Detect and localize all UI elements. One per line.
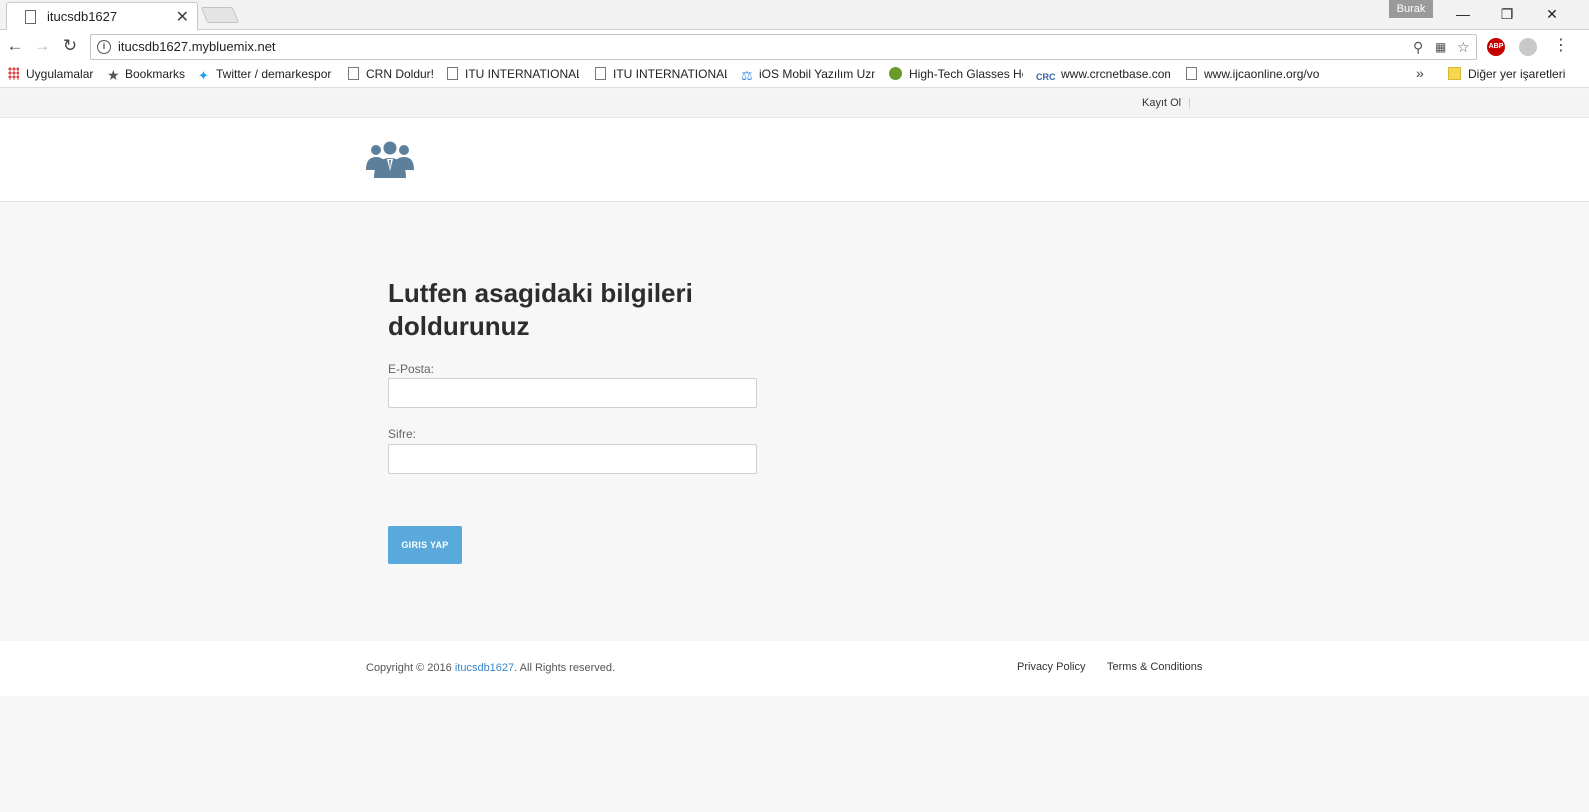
bookmark-item[interactable]: ⚖ iOS Mobil Yazılım Uzm: [741, 67, 875, 82]
crc-icon: CRC: [1036, 72, 1056, 82]
bookmarks-bar: Uygulamalar ★ Bookmarks ✦ Twitter / demark…: [0, 62, 1589, 88]
site-link[interactable]: itucsdb1627: [455, 662, 514, 674]
bookmark-item[interactable]: CRC www.crcnetbase.com/: [1036, 67, 1170, 84]
register-link[interactable]: Kayıt Ol: [1142, 97, 1181, 109]
star-icon: ★: [107, 67, 120, 82]
privacy-policy-link[interactable]: Privacy Policy: [1017, 661, 1085, 673]
bookmark-item[interactable]: CRN Doldur!: [348, 67, 438, 81]
apps-icon: [8, 67, 19, 80]
forward-arrow-icon[interactable]: →: [32, 36, 52, 56]
owl-icon: [889, 67, 902, 80]
address-bar[interactable]: i itucsdb1627.mybluemix.net ⚲ ▦ ☆: [90, 34, 1477, 60]
reload-icon[interactable]: ↻: [60, 36, 80, 56]
login-button[interactable]: GIRIS YAP: [388, 526, 462, 564]
top-nav: Kayıt Ol |: [0, 89, 1589, 118]
browser-tab[interactable]: itucsdb1627 ✕: [6, 2, 198, 30]
copyright-text: Copyright © 2016 itucsdb1627. All Rights…: [366, 662, 616, 674]
browser-menu-icon[interactable]: ⋮: [1553, 38, 1569, 54]
bookmark-item[interactable]: ★ Bookmarks: [107, 67, 189, 82]
close-tab-icon[interactable]: ✕: [176, 7, 189, 27]
twitter-icon: ✦: [198, 68, 209, 82]
translate-icon[interactable]: ▦: [1435, 40, 1446, 54]
site-header: [0, 118, 1589, 202]
other-bookmarks[interactable]: Diğer yer işaretleri: [1448, 67, 1588, 81]
restore-button[interactable]: ❐: [1492, 4, 1522, 24]
close-window-button[interactable]: ✕: [1537, 4, 1567, 24]
info-icon[interactable]: i: [97, 40, 111, 54]
url-text[interactable]: itucsdb1627.mybluemix.net: [118, 39, 276, 54]
site-footer: Copyright © 2016 itucsdb1627. All Rights…: [0, 641, 1589, 696]
page-icon: [348, 67, 359, 80]
bookmark-item[interactable]: www.ijcaonline.org/vo: [1186, 67, 1320, 81]
web-page: Kayıt Ol | Lutfen asagidaki bilgileri do…: [0, 89, 1589, 812]
bookmark-item[interactable]: ITU INTERNATIONAL O: [447, 67, 579, 81]
new-tab-button[interactable]: [200, 7, 240, 23]
password-field[interactable]: [388, 444, 757, 474]
bookmark-item[interactable]: ✦ Twitter / demarkespor: [198, 67, 332, 82]
globe-extension-icon[interactable]: [1519, 38, 1537, 56]
tab-title: itucsdb1627: [47, 9, 118, 24]
back-arrow-icon[interactable]: ←: [5, 36, 25, 56]
more-bookmarks-chevron-icon[interactable]: »: [1416, 65, 1424, 81]
flask-icon: ⚖: [741, 68, 753, 82]
minimize-button[interactable]: —: [1448, 4, 1478, 24]
profile-button[interactable]: Burak: [1389, 0, 1433, 18]
password-label: Sifre:: [388, 427, 417, 441]
page-icon: [1186, 67, 1197, 80]
adblock-icon[interactable]: ABP: [1487, 38, 1505, 56]
bookmark-item[interactable]: High-Tech Glasses Hel: [889, 67, 1023, 81]
bookmark-item[interactable]: Uygulamalar: [8, 67, 98, 81]
zoom-icon[interactable]: ⚲: [1413, 39, 1423, 56]
page-icon: [595, 67, 606, 80]
email-label: E-Posta:: [388, 362, 435, 376]
page-icon: [447, 67, 458, 80]
bookmark-item[interactable]: ITU INTERNATIONAL O: [595, 67, 727, 81]
browser-titlebar: itucsdb1627 ✕ Burak — ❐ ✕: [0, 0, 1589, 30]
people-group-icon[interactable]: [366, 140, 414, 178]
folder-icon: [1448, 67, 1461, 80]
form-title: Lutfen asagidaki bilgileri doldurunuz: [388, 278, 693, 341]
bookmark-star-icon[interactable]: ☆: [1457, 39, 1470, 56]
page-icon: [25, 10, 36, 24]
nav-separator: |: [1188, 97, 1191, 109]
terms-link[interactable]: Terms & Conditions: [1107, 661, 1202, 673]
email-field[interactable]: [388, 378, 757, 408]
